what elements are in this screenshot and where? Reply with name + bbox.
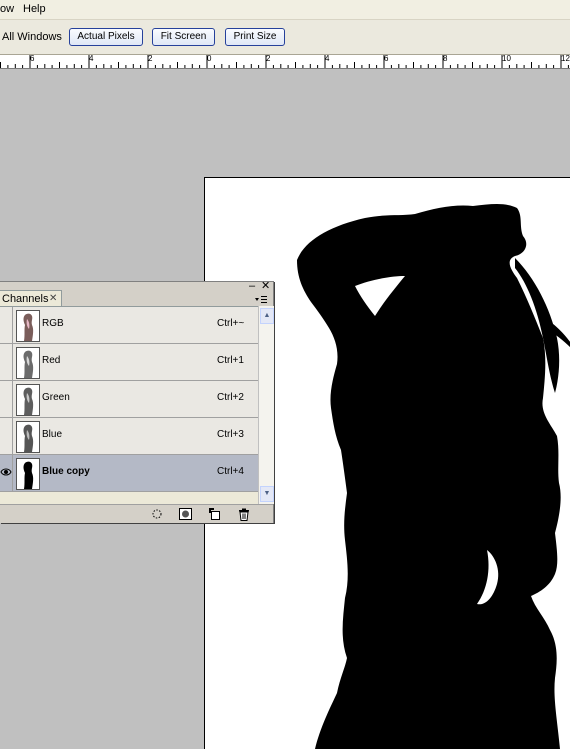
- channel-name: Red: [42, 355, 61, 366]
- channel-thumbnail: [16, 384, 40, 416]
- visibility-toggle[interactable]: [0, 344, 13, 380]
- channel-thumbnail: [16, 458, 40, 490]
- ruler-label: 12: [561, 55, 570, 63]
- load-selection-icon[interactable]: [151, 508, 163, 520]
- fit-screen-button[interactable]: Fit Screen: [152, 28, 215, 46]
- visibility-toggle[interactable]: [0, 381, 13, 417]
- menu-bar: ow Help: [0, 0, 570, 20]
- channel-name: Blue copy: [42, 466, 90, 477]
- menu-help[interactable]: Help: [23, 3, 46, 15]
- channel-name: Green: [42, 392, 70, 403]
- save-selection-icon[interactable]: [179, 508, 192, 520]
- panel-titlebar[interactable]: [0, 282, 273, 290]
- all-windows-label[interactable]: All Windows: [2, 31, 62, 43]
- ruler-ticks: [0, 55, 569, 68]
- ruler-label: 2: [266, 55, 271, 63]
- ruler-label: 2: [148, 55, 153, 63]
- visibility-toggle[interactable]: [0, 307, 13, 343]
- tab-close-icon[interactable]: ✕: [49, 291, 57, 307]
- ruler-label: 8: [443, 55, 448, 63]
- ruler-label: 10: [502, 55, 511, 63]
- channel-shortcut: Ctrl+1: [217, 355, 244, 366]
- channel-row-blue-copy[interactable]: Blue copy Ctrl+4: [0, 455, 258, 492]
- panel-bottom-toolbar: [0, 504, 273, 523]
- visibility-toggle[interactable]: [0, 418, 13, 454]
- channel-row-rgb[interactable]: RGB Ctrl+~: [0, 307, 258, 344]
- visibility-toggle[interactable]: [0, 455, 13, 491]
- channel-thumbnail: [16, 310, 40, 342]
- channel-row-red[interactable]: Red Ctrl+1: [0, 344, 258, 381]
- menu-window[interactable]: ow: [0, 3, 14, 15]
- scroll-up-icon[interactable]: ▲: [260, 308, 274, 324]
- channel-thumbnail: [16, 347, 40, 379]
- panel-menu-icon[interactable]: [255, 295, 267, 306]
- channel-name: Blue: [42, 429, 63, 440]
- scroll-down-icon[interactable]: ▼: [260, 486, 274, 502]
- channel-thumbnail: [16, 421, 40, 453]
- channel-row-green[interactable]: Green Ctrl+2: [0, 381, 258, 418]
- channels-panel: – ✕ Channels ✕ RGB Ctrl+~ Red Ctrl+1 Gre…: [0, 281, 274, 523]
- channel-shortcut: Ctrl+4: [217, 466, 244, 477]
- ruler-label: 4: [325, 55, 330, 63]
- horizontal-ruler: 6 4 2 0 2 4 6 8 10 12: [0, 55, 570, 69]
- ruler-label: 4: [89, 55, 94, 63]
- delete-channel-icon[interactable]: [238, 508, 250, 521]
- tab-channels-label: Channels: [2, 293, 49, 305]
- options-bar: All Windows Actual Pixels Fit Screen Pri…: [0, 20, 570, 55]
- channel-shortcut: Ctrl+3: [217, 429, 244, 440]
- eye-icon[interactable]: [0, 467, 12, 477]
- ruler-label: 6: [30, 55, 35, 63]
- channels-list: RGB Ctrl+~ Red Ctrl+1 Green Ctrl+2 Blue …: [0, 306, 258, 505]
- print-size-button[interactable]: Print Size: [225, 28, 285, 46]
- minimize-icon[interactable]: –: [249, 281, 255, 292]
- channel-name: RGB: [42, 318, 64, 329]
- actual-pixels-button[interactable]: Actual Pixels: [69, 28, 143, 46]
- new-channel-icon[interactable]: [209, 508, 221, 520]
- tab-channels[interactable]: Channels ✕: [0, 290, 62, 307]
- panel-close-icon[interactable]: ✕: [261, 281, 270, 292]
- channel-shortcut: Ctrl+2: [217, 392, 244, 403]
- ruler-label: 6: [384, 55, 389, 63]
- ruler-label: 0: [207, 55, 212, 63]
- vertical-scrollbar[interactable]: ▲ ▼: [258, 306, 274, 504]
- channel-shortcut: Ctrl+~: [217, 318, 245, 329]
- channel-row-blue[interactable]: Blue Ctrl+3: [0, 418, 258, 455]
